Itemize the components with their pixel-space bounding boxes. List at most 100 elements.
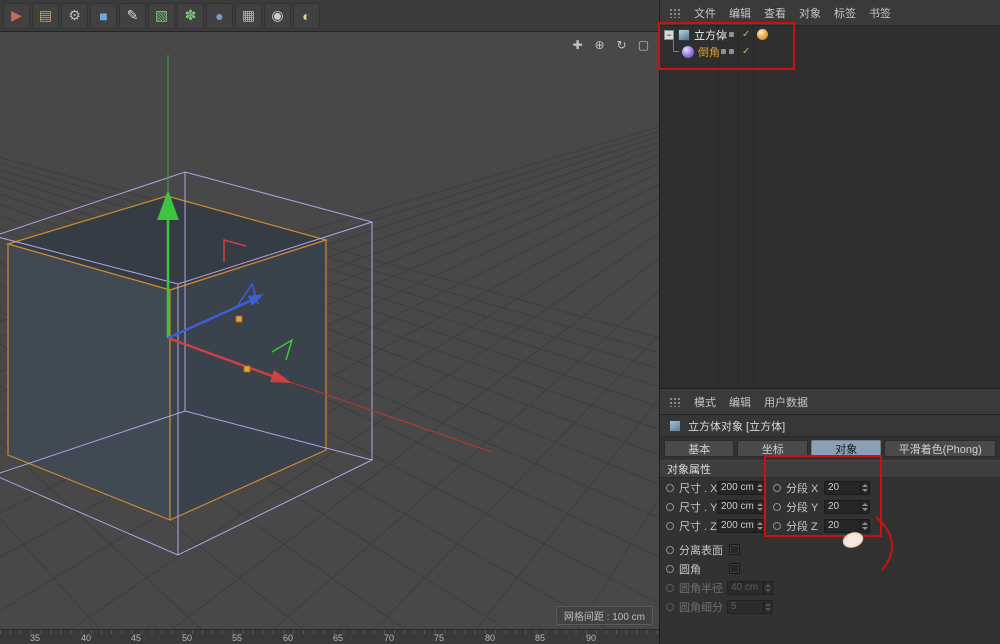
fillet-subdivision-input: 5 [727, 600, 773, 614]
array-button[interactable]: ✽ [177, 3, 204, 29]
param-label: 分离表面 [679, 542, 727, 558]
keyframe-dot-icon[interactable] [666, 503, 674, 511]
size-x-input[interactable]: 200 cm [717, 481, 765, 495]
ruler-tick: 60 [283, 633, 293, 643]
segments-z-input[interactable]: 20 [824, 519, 870, 533]
separate-surfaces-checkbox[interactable] [729, 544, 740, 555]
subdivision-surface-button[interactable]: ▧ [148, 3, 175, 29]
keyframe-dot-icon[interactable] [666, 546, 674, 554]
param-label: 圆角细分 [679, 599, 727, 615]
spinner[interactable] [755, 482, 764, 494]
om-column-divider [718, 26, 719, 388]
keyframe-dot-icon[interactable] [773, 522, 781, 530]
segments-z-value: 20 [828, 520, 839, 531]
light-button[interactable]: ◐ [293, 3, 320, 29]
spinner[interactable] [860, 482, 869, 494]
object-manager-tree[interactable]: − 立方体 ✓ 倒角 ✓ [660, 26, 1000, 388]
instance-grid-icon: ▦ [242, 7, 255, 24]
tree-branch-line [669, 43, 681, 60]
am-menu-userdata[interactable]: 用户数据 [764, 394, 808, 410]
left-column: ▶ ▤ ⚙ ■ ✎ ▧ ✽ ● ▦ ◉ ◐ [0, 0, 660, 644]
am-menu-mode[interactable]: 模式 [694, 394, 716, 410]
scale-handle[interactable] [236, 316, 242, 322]
attribute-manager: 模式 编辑 用户数据 立方体对象 [立方体] 基本 坐标 对象 平滑着色(Pho… [660, 388, 1000, 644]
3d-viewport[interactable]: ✚ ⊕ ↻ ▢ 网格间距 : 100 cm [0, 32, 659, 629]
expand-toggle-icon[interactable]: − [664, 30, 674, 40]
ruler-tick: 75 [434, 633, 444, 643]
render-view-button[interactable]: ▶ [3, 3, 30, 29]
keyframe-dot-icon[interactable] [773, 484, 781, 492]
spinner [763, 582, 772, 594]
size-y-input[interactable]: 200 cm [717, 500, 765, 514]
spline-pen-button[interactable]: ✎ [119, 3, 146, 29]
spinner[interactable] [755, 501, 764, 513]
cube-object-icon [678, 29, 690, 41]
param-row-size-y: 尺寸 . Y 200 cm 分段 Y 20 [660, 497, 1000, 516]
ruler-tick: 55 [232, 633, 242, 643]
om-menu-edit[interactable]: 编辑 [729, 5, 751, 21]
tab-basic[interactable]: 基本 [664, 440, 734, 457]
visibility-dots[interactable] [721, 32, 734, 37]
add-cube-icon: ■ [99, 8, 107, 24]
size-z-value: 200 cm [721, 520, 754, 531]
om-menu-tag[interactable]: 标签 [834, 5, 856, 21]
tab-object[interactable]: 对象 [811, 440, 881, 457]
spinner[interactable] [860, 520, 869, 532]
timeline-ruler[interactable]: 35 40 45 50 55 60 65 70 75 80 85 90 [0, 629, 659, 644]
instance-grid-button[interactable]: ▦ [235, 3, 262, 29]
section-header-object-properties: 对象属性 [660, 460, 1000, 478]
spinner[interactable] [755, 520, 764, 532]
om-menu-bookmark[interactable]: 书签 [869, 5, 891, 21]
keyframe-dot-icon[interactable] [666, 484, 674, 492]
size-x-value: 200 cm [721, 482, 754, 493]
visibility-dots[interactable] [721, 49, 734, 54]
object-row-bevel[interactable]: 倒角 ✓ [660, 43, 1000, 60]
om-menu-view[interactable]: 查看 [764, 5, 786, 21]
panel-grip-icon[interactable] [669, 397, 681, 407]
scale-handle[interactable] [244, 366, 250, 372]
fillet-checkbox[interactable] [729, 563, 740, 574]
om-menu-object[interactable]: 对象 [799, 5, 821, 21]
tab-coordinates[interactable]: 坐标 [737, 440, 807, 457]
am-menu-edit[interactable]: 编辑 [729, 394, 751, 410]
spinner[interactable] [860, 501, 869, 513]
segments-x-value: 20 [828, 482, 839, 493]
segments-y-input[interactable]: 20 [824, 500, 870, 514]
ruler-tick: 45 [131, 633, 141, 643]
object-label[interactable]: 倒角 [698, 44, 720, 60]
metaball-button[interactable]: ● [206, 3, 233, 29]
pan-icon[interactable]: ✚ [570, 38, 585, 52]
maximize-icon[interactable]: ▢ [636, 38, 651, 52]
enable-check-icon[interactable]: ✓ [742, 46, 750, 57]
ruler-tick: 65 [333, 633, 343, 643]
ruler-tick: 35 [30, 633, 40, 643]
segments-x-input[interactable]: 20 [824, 481, 870, 495]
attribute-title-row: 立方体对象 [立方体] [660, 415, 1000, 437]
spinner [763, 601, 772, 613]
keyframe-dot-icon[interactable] [773, 503, 781, 511]
enable-check-icon[interactable]: ✓ [742, 29, 750, 40]
add-cube-button[interactable]: ■ [90, 3, 117, 29]
cinema4d-window: ▶ ▤ ⚙ ■ ✎ ▧ ✽ ● ▦ ◉ ◐ [0, 0, 1000, 644]
fillet-radius-input: 40 cm [727, 581, 773, 595]
attribute-title: 立方体对象 [立方体] [688, 418, 785, 434]
size-y-value: 200 cm [721, 501, 754, 512]
phong-tag-icon[interactable] [757, 29, 768, 40]
keyframe-dot-icon[interactable] [666, 565, 674, 573]
zoom-icon[interactable]: ⊕ [592, 38, 607, 52]
tab-phong[interactable]: 平滑着色(Phong) [884, 440, 996, 457]
keyframe-dot-icon[interactable] [666, 522, 674, 530]
om-menu-file[interactable]: 文件 [694, 5, 716, 21]
attribute-tabs: 基本 坐标 对象 平滑着色(Phong) [660, 437, 1000, 460]
panel-grip-icon[interactable] [669, 8, 681, 18]
render-settings-button[interactable]: ⚙ [61, 3, 88, 29]
om-column-divider [753, 26, 754, 388]
camera-button[interactable]: ◉ [264, 3, 291, 29]
ruler-tick: 90 [586, 633, 596, 643]
ruler-tick: 70 [384, 633, 394, 643]
render-picture-viewer-button[interactable]: ▤ [32, 3, 59, 29]
rotate-icon[interactable]: ↻ [614, 38, 629, 52]
size-z-input[interactable]: 200 cm [717, 519, 765, 533]
attribute-manager-menubar: 模式 编辑 用户数据 [660, 389, 1000, 415]
object-row-cube[interactable]: − 立方体 ✓ [660, 26, 1000, 43]
